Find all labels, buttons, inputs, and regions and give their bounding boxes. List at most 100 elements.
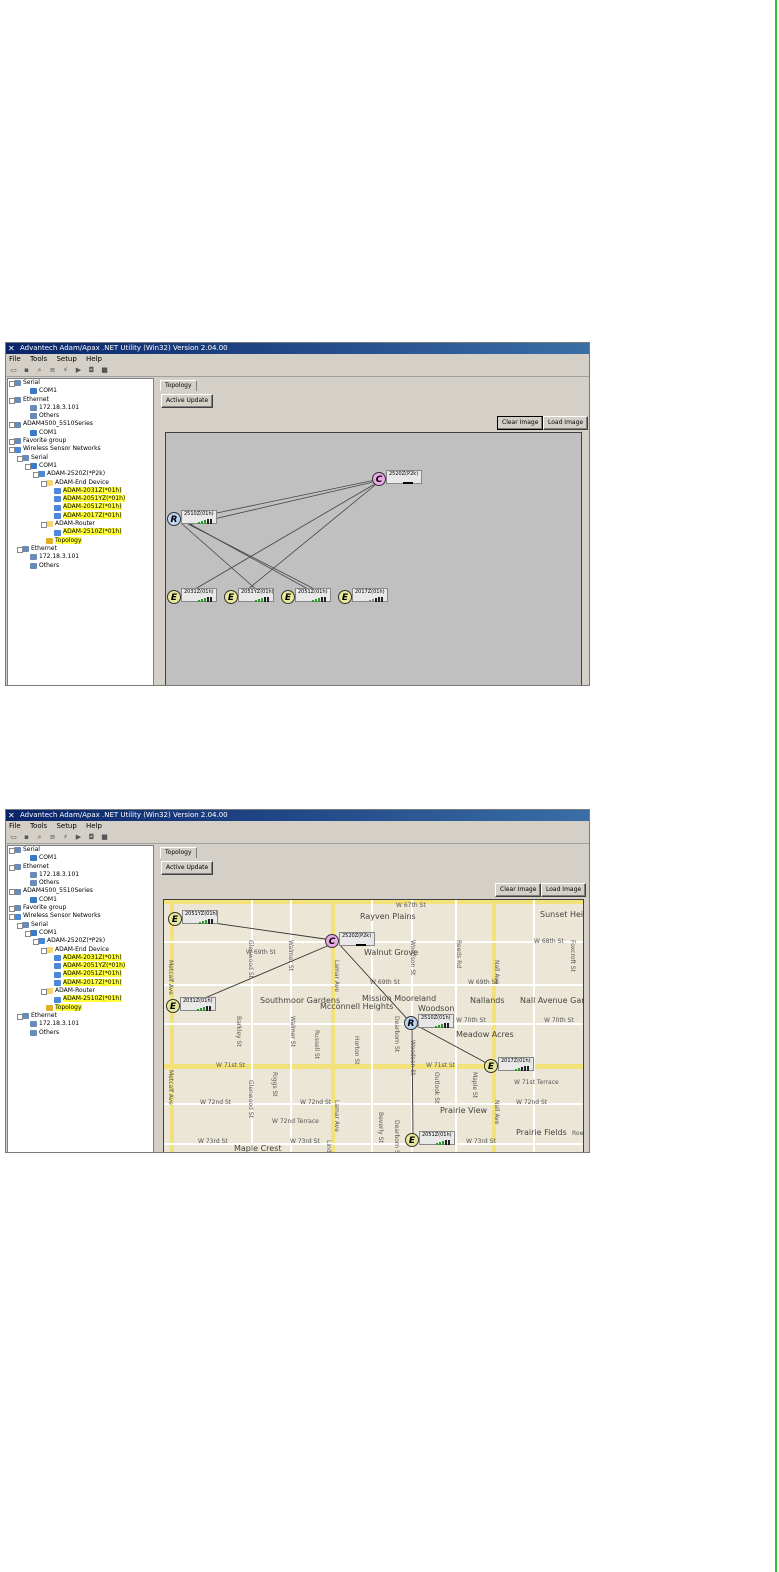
tree-node[interactable]: Wireless Sensor Networks xyxy=(8,912,153,921)
active-update-button[interactable]: Active Update xyxy=(161,861,214,875)
expand-toggle-icon[interactable] xyxy=(33,939,39,946)
tree-node[interactable]: COM1 xyxy=(8,387,153,395)
tree-node[interactable]: ADAM-2051Z(*01h) xyxy=(8,503,153,511)
tree-node[interactable]: Serial xyxy=(8,454,153,462)
menu-file[interactable]: File xyxy=(9,822,21,830)
node-coordinator-c[interactable]: C 2520Z(P2k) xyxy=(372,470,424,486)
search-icon[interactable]: ⌕ xyxy=(35,366,44,374)
menu-help[interactable]: Help xyxy=(86,822,102,830)
expand-toggle-icon[interactable] xyxy=(9,397,15,404)
tree-node[interactable]: 172.18.3.101 xyxy=(8,1020,153,1028)
menu-setup[interactable]: Setup xyxy=(56,822,76,830)
expand-toggle-icon[interactable] xyxy=(9,422,15,429)
tree-node[interactable]: ADAM-Router xyxy=(8,987,153,996)
tree-node[interactable]: ADAM-2017Z(*01h) xyxy=(8,511,153,520)
topology-canvas[interactable]: C 2520Z(P2k) R 2510Z(01h) E 2031Z(01h) E… xyxy=(165,432,582,685)
node-end-device-3[interactable]: E 2017Z(01h) xyxy=(484,1057,536,1073)
menu-tools[interactable]: Tools xyxy=(30,355,47,363)
tree-node[interactable]: ADAM-2510Z(*01h) xyxy=(8,528,153,536)
node-end-device-4[interactable]: E 2051Z(01h) xyxy=(405,1131,457,1147)
scan-icon[interactable]: ≡ xyxy=(48,833,57,841)
tab-topology[interactable]: Topology xyxy=(160,847,197,858)
tree-node[interactable]: Ethernet xyxy=(8,545,153,553)
clear-image-button[interactable]: Clear Image xyxy=(497,416,544,430)
expand-toggle-icon[interactable] xyxy=(9,439,15,446)
tree-node[interactable]: ADAM-2031Z(*01h) xyxy=(8,486,153,495)
expand-toggle-icon[interactable] xyxy=(41,522,47,529)
tree-node[interactable]: ADAM-2520Z(*P2k) xyxy=(8,470,153,479)
tree-node[interactable]: ADAM-2051YZ(*01h) xyxy=(8,962,153,970)
expand-toggle-icon[interactable] xyxy=(9,906,15,913)
open-folder-icon[interactable]: ▭ xyxy=(9,366,18,374)
tree-node[interactable]: ADAM-End Device xyxy=(8,479,153,487)
expand-toggle-icon[interactable] xyxy=(17,922,23,929)
tree-node[interactable]: Serial xyxy=(8,379,153,387)
tree-node[interactable]: Serial xyxy=(8,921,153,929)
menu-tools[interactable]: Tools xyxy=(30,822,47,830)
load-image-button[interactable]: Load Image xyxy=(543,416,589,430)
expand-toggle-icon[interactable] xyxy=(25,930,31,937)
node-end-device-1[interactable]: E 2051YZ(01h) xyxy=(168,910,220,926)
node-end-device-4[interactable]: E 2017Z(01h) xyxy=(338,588,390,604)
tree-node[interactable]: Serial xyxy=(8,846,153,854)
load-image-button[interactable]: Load Image xyxy=(541,883,587,897)
tree-node[interactable]: ADAM-2051YZ(*01h) xyxy=(8,495,153,503)
tree-node[interactable]: ADAM-End Device xyxy=(8,946,153,954)
expand-toggle-icon[interactable] xyxy=(9,381,15,387)
play-icon[interactable]: ▶ xyxy=(74,833,83,841)
tree-node[interactable]: ADAM-2017Z(*01h) xyxy=(8,978,153,987)
expand-toggle-icon[interactable] xyxy=(17,546,23,553)
tree-node[interactable]: Others xyxy=(8,412,153,420)
menu-file[interactable]: File xyxy=(9,355,21,363)
node-end-device-3[interactable]: E 2051Z(01h) xyxy=(281,588,333,604)
tree-node[interactable]: ADAM4500_5510Series xyxy=(8,420,153,429)
tree-node[interactable]: COM1 xyxy=(8,462,153,470)
node-coordinator-c[interactable]: C 2520Z(P2k) xyxy=(325,932,377,948)
terminal-icon[interactable]: ⚡ xyxy=(61,833,70,841)
tree-node[interactable]: ADAM-2520Z(*P2k) xyxy=(8,937,153,946)
clear-image-button[interactable]: Clear Image xyxy=(495,883,542,897)
stop-icon[interactable]: ■ xyxy=(100,833,109,841)
tree-node[interactable]: Ethernet xyxy=(8,863,153,871)
tree-node[interactable]: COM1 xyxy=(8,896,153,904)
menu-help[interactable]: Help xyxy=(86,355,102,363)
tree-node[interactable]: 172.18.3.101 xyxy=(8,871,153,879)
node-router-r[interactable]: R 2510Z(01h) xyxy=(167,510,219,526)
tree-node[interactable]: Topology xyxy=(8,1003,153,1012)
tab-topology[interactable]: Topology xyxy=(160,380,197,391)
camera-icon[interactable]: ◘ xyxy=(87,833,96,841)
active-update-button[interactable]: Active Update xyxy=(161,394,214,408)
tree-node[interactable]: Wireless Sensor Networks xyxy=(8,445,153,454)
tree-node[interactable]: ADAM4500_5510Series xyxy=(8,887,153,896)
search-icon[interactable]: ⌕ xyxy=(35,833,44,841)
stop-icon[interactable]: ■ xyxy=(100,366,109,374)
expand-toggle-icon[interactable] xyxy=(41,989,47,996)
node-router-r[interactable]: R 2510Z(01h) xyxy=(404,1014,456,1030)
open-folder-icon[interactable]: ▭ xyxy=(9,833,18,841)
tree-node[interactable]: Favorite group xyxy=(8,437,153,446)
expand-toggle-icon[interactable] xyxy=(9,447,15,454)
expand-toggle-icon[interactable] xyxy=(9,914,15,921)
node-end-device-1[interactable]: E 2031Z(01h) xyxy=(167,588,219,604)
expand-toggle-icon[interactable] xyxy=(25,463,31,470)
play-icon[interactable]: ▶ xyxy=(74,366,83,374)
scan-icon[interactable]: ≡ xyxy=(48,366,57,374)
node-end-device-2[interactable]: E 2051YZ(01h) xyxy=(224,588,276,604)
tree-node[interactable]: ADAM-2051Z(*01h) xyxy=(8,970,153,978)
expand-toggle-icon[interactable] xyxy=(9,864,15,871)
save-icon[interactable]: ▪ xyxy=(22,833,31,841)
menu-setup[interactable]: Setup xyxy=(56,355,76,363)
tree-node[interactable]: 172.18.3.101 xyxy=(8,404,153,412)
tree-node[interactable]: COM1 xyxy=(8,929,153,937)
expand-toggle-icon[interactable] xyxy=(33,472,39,479)
expand-toggle-icon[interactable] xyxy=(17,455,23,462)
node-end-device-2[interactable]: E 2031Z(01h) xyxy=(166,997,218,1013)
camera-icon[interactable]: ◘ xyxy=(87,366,96,374)
tree-node[interactable]: Others xyxy=(8,1029,153,1037)
topology-map-canvas[interactable]: W 67th St W 68th St W 69th St W 69th St W 69… xyxy=(163,899,584,1152)
tree-node[interactable]: Topology xyxy=(8,536,153,545)
tree-node[interactable]: ADAM-2510Z(*01h) xyxy=(8,995,153,1003)
expand-toggle-icon[interactable] xyxy=(9,848,15,854)
tree-node[interactable]: ADAM-Router xyxy=(8,520,153,529)
tree-node[interactable]: 172.18.3.101 xyxy=(8,553,153,561)
